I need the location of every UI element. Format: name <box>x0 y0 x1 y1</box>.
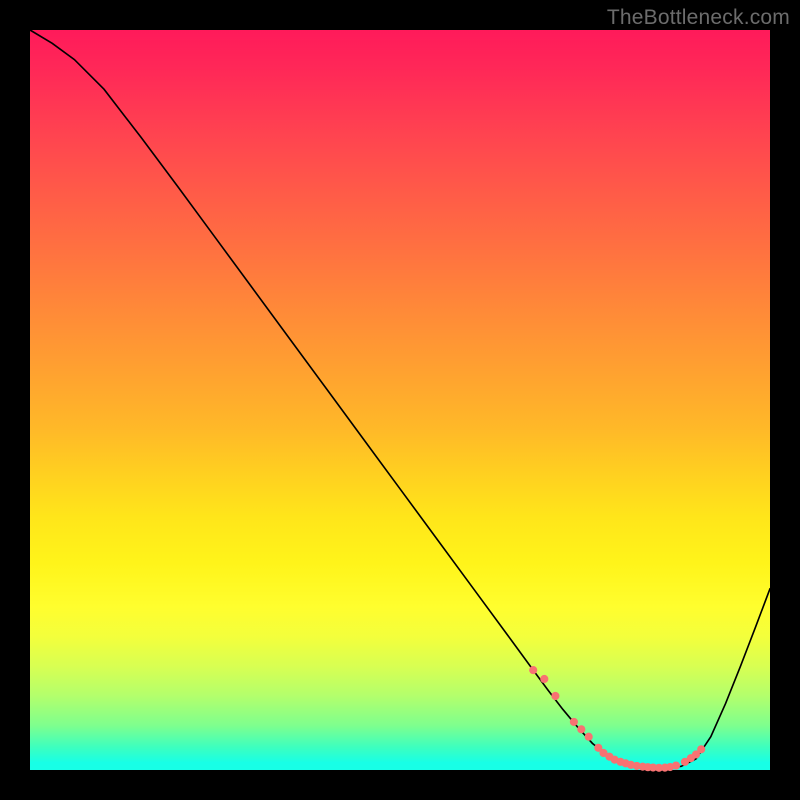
curve-data-points <box>529 666 705 772</box>
curve-dot <box>570 718 578 726</box>
curve-dot <box>540 675 548 683</box>
curve-dot <box>585 733 593 741</box>
curve-dot <box>577 725 585 733</box>
curve-dot <box>529 666 537 674</box>
curve-dot <box>672 761 680 769</box>
curve-dot <box>551 692 559 700</box>
bottleneck-curve <box>30 30 770 768</box>
curve-dot <box>697 745 705 753</box>
chart-plot-area <box>30 30 770 770</box>
attribution-text: TheBottleneck.com <box>607 6 790 30</box>
chart-svg <box>30 30 770 770</box>
